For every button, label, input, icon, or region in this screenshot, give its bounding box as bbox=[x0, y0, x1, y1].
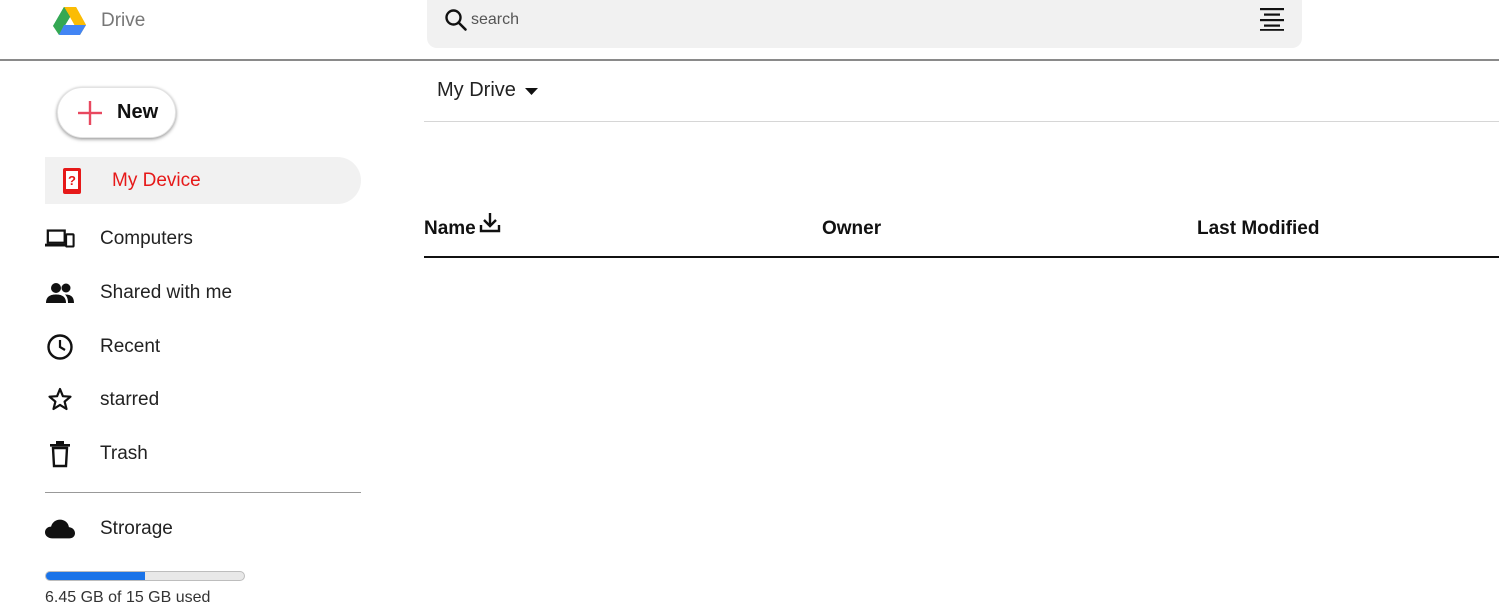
sidebar-item-my-device[interactable]: ? My Device bbox=[45, 157, 361, 204]
people-icon bbox=[45, 278, 75, 308]
cloud-icon bbox=[45, 514, 75, 544]
sidebar-item-label: My Device bbox=[112, 169, 201, 191]
caret-down-icon bbox=[524, 83, 538, 101]
app-title: Drive bbox=[101, 10, 146, 31]
sidebar-item-label: Recent bbox=[100, 335, 161, 357]
column-header-name[interactable]: Name bbox=[424, 213, 501, 240]
sidebar-item-shared-with-me[interactable]: Shared with me bbox=[45, 269, 361, 316]
search-bar bbox=[427, 0, 1302, 48]
sidebar-item-computers[interactable]: Computers bbox=[45, 215, 361, 262]
sidebar-item-label: Shared with me bbox=[100, 281, 233, 303]
computers-icon bbox=[45, 224, 75, 254]
breadcrumb-my-drive[interactable]: My Drive bbox=[437, 79, 538, 102]
column-header-label: Owner bbox=[822, 218, 882, 239]
top-bar: Drive bbox=[0, 0, 1499, 61]
plus-icon bbox=[78, 100, 102, 125]
sidebar-item-label: Trash bbox=[100, 442, 148, 464]
trash-icon bbox=[45, 439, 75, 469]
sidebar-item-label: starred bbox=[100, 388, 160, 410]
storage-usage-text: 6.45 GB of 15 GB used bbox=[45, 589, 211, 606]
new-button-label: New bbox=[117, 101, 159, 123]
sidebar-item-starred[interactable]: starred bbox=[45, 376, 361, 423]
search-input[interactable] bbox=[471, 9, 1231, 31]
search-icon[interactable] bbox=[444, 8, 468, 37]
filter-lines-icon[interactable] bbox=[1259, 7, 1285, 36]
storage-progress-fill bbox=[46, 572, 145, 580]
download-icon[interactable] bbox=[479, 212, 501, 240]
sidebar-item-label: Strorage bbox=[100, 517, 173, 539]
storage-progress-bar bbox=[45, 571, 245, 581]
google-drive-logo-icon[interactable] bbox=[45, 0, 95, 42]
new-button[interactable]: New bbox=[57, 87, 176, 138]
star-icon bbox=[45, 385, 75, 415]
column-header-label: Name bbox=[424, 218, 476, 239]
table-header-rule bbox=[424, 256, 1499, 258]
clock-icon bbox=[45, 332, 75, 362]
sidebar-divider bbox=[45, 492, 361, 493]
breadcrumb-label: My Drive bbox=[437, 79, 516, 101]
sidebar-item-storage[interactable]: Strorage bbox=[45, 505, 361, 552]
sidebar-item-recent[interactable]: Recent bbox=[45, 323, 361, 370]
svg-text:?: ? bbox=[68, 173, 76, 188]
device-icon: ? bbox=[57, 166, 87, 196]
sidebar-item-label: Computers bbox=[100, 227, 193, 249]
main-divider bbox=[424, 121, 1499, 122]
column-header-last-modified[interactable]: Last Modified bbox=[1197, 218, 1319, 240]
column-header-owner[interactable]: Owner bbox=[822, 218, 881, 240]
sidebar-item-trash[interactable]: Trash bbox=[45, 430, 361, 477]
column-header-label: Last Modified bbox=[1197, 218, 1320, 239]
